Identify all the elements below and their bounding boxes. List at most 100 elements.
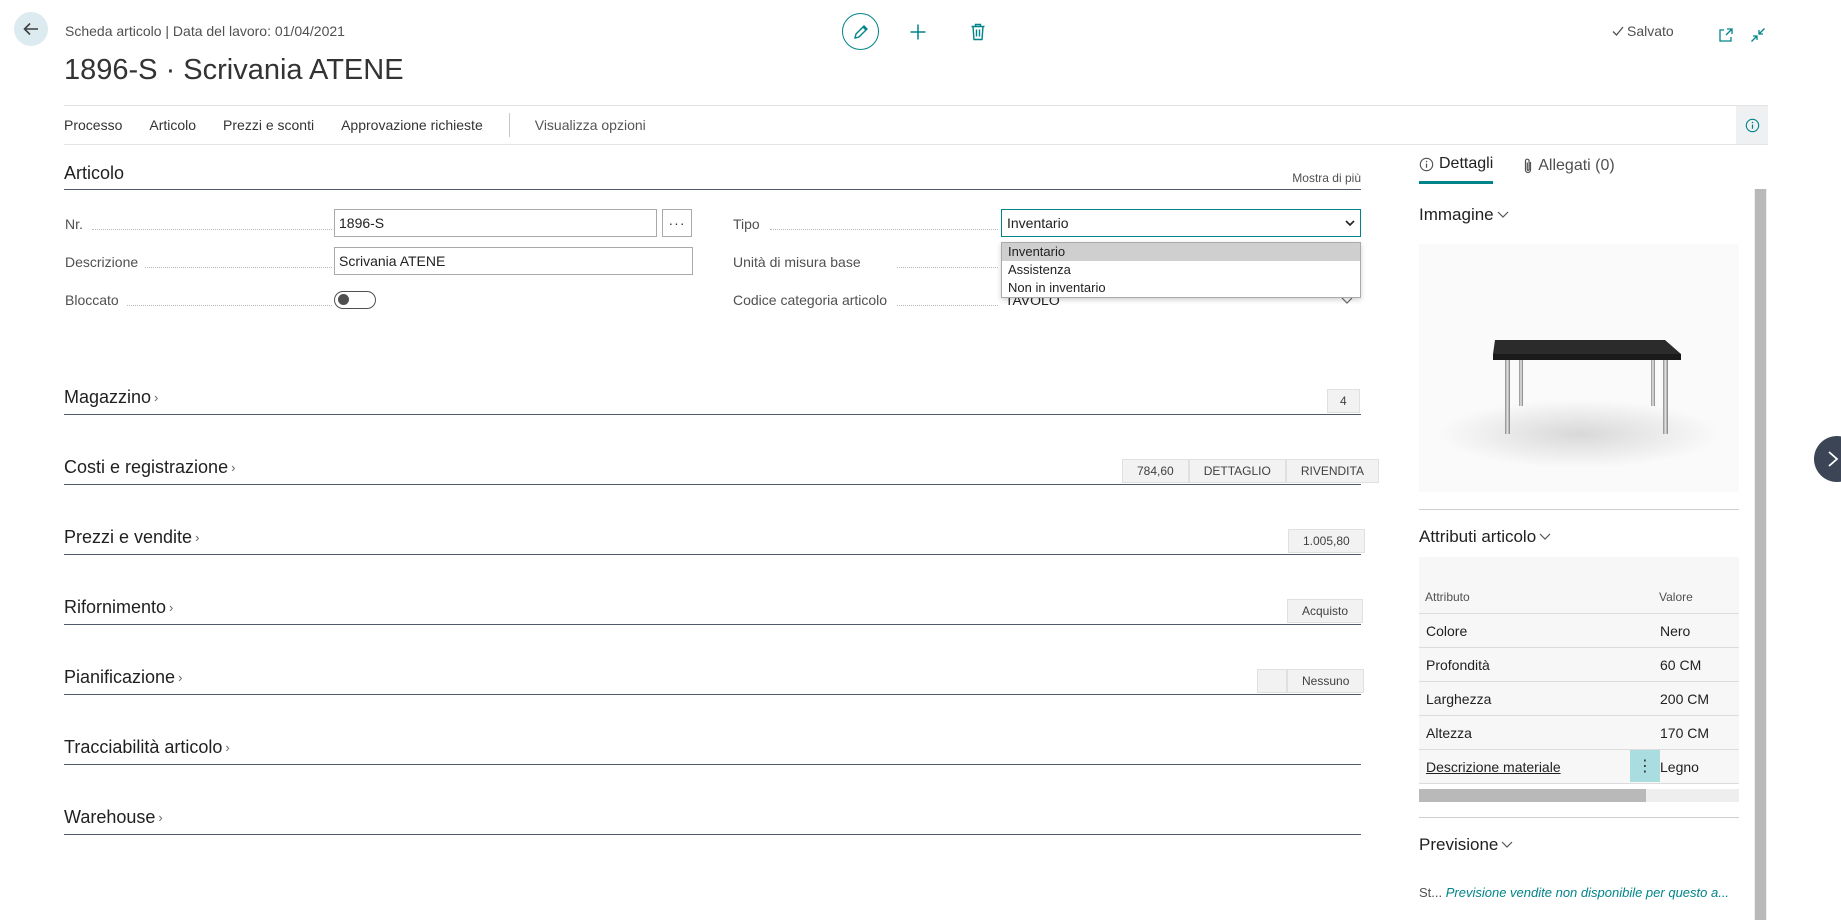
previsione-title: Previsione — [1419, 835, 1499, 854]
chevron-down-icon — [1345, 219, 1355, 226]
attr-header-value[interactable]: Valore — [1659, 590, 1693, 604]
view-options[interactable]: Visualizza opzioni — [535, 117, 646, 133]
tipo-option-non-inventario[interactable]: Non in inventario — [1002, 279, 1360, 297]
collapse-button[interactable] — [1743, 20, 1773, 50]
attr-name: Larghezza — [1426, 690, 1492, 707]
table-row[interactable]: Profondità 60 CM — [1419, 648, 1739, 682]
forecast-link[interactable]: Previsione vendite non disponibile per q… — [1446, 885, 1729, 900]
action-processo[interactable]: Processo — [64, 117, 122, 133]
section-tracciabilita[interactable]: Tracciabilità articolo › — [64, 737, 1361, 765]
unita-label: Unità di misura base — [733, 254, 861, 270]
saved-status: Salvato — [1612, 23, 1674, 39]
attributes-table-header: Attributo Valore — [1419, 557, 1739, 614]
categoria-label: Codice categoria articolo — [733, 292, 888, 308]
immagine-title: Immagine — [1419, 205, 1494, 224]
section-prezzi-title[interactable]: Prezzi e vendite › — [64, 527, 199, 548]
section-pianificazione-title[interactable]: Pianificazione › — [64, 667, 182, 688]
forecast-message: St... Previsione vendite non disponibile… — [1419, 885, 1729, 900]
section-costi-title[interactable]: Costi e registrazione › — [64, 457, 235, 478]
attributes-table: Attributo Valore Colore Nero Profondità … — [1419, 557, 1739, 784]
section-magazzino[interactable]: Magazzino › — [64, 387, 1361, 415]
factbox-toggle-button[interactable] — [1736, 106, 1768, 144]
magazzino-badge-qty: 4 — [1327, 389, 1360, 413]
attributi-header[interactable]: Attributi articolo — [1419, 527, 1551, 547]
tab-allegati-label: Allegati (0) — [1538, 156, 1615, 174]
bloccato-toggle[interactable] — [334, 291, 376, 309]
costi-badge-cost: 784,60 — [1122, 459, 1189, 483]
next-record-button[interactable] — [1814, 436, 1841, 482]
immagine-header[interactable]: Immagine — [1419, 205, 1509, 225]
tab-dettagli[interactable]: Dettagli — [1419, 155, 1494, 184]
section-rifornimento-title[interactable]: Rifornimento › — [64, 597, 173, 618]
open-new-window-button[interactable] — [1711, 20, 1741, 50]
tipo-option-inventario[interactable]: Inventario — [1002, 243, 1360, 261]
section-articolo-title: Articolo — [64, 163, 125, 183]
section-rifornimento[interactable]: Rifornimento › — [64, 597, 1361, 625]
edit-button[interactable] — [842, 13, 879, 50]
chevron-down-icon — [1501, 841, 1513, 848]
attr-name: Colore — [1426, 622, 1468, 639]
chevron-right-icon: › — [231, 460, 236, 475]
section-magazzino-title[interactable]: Magazzino › — [64, 387, 158, 408]
pianificazione-badges: Nessuno — [1257, 669, 1365, 693]
bloccato-dots — [127, 305, 332, 306]
factbox-divider — [1419, 817, 1739, 818]
attributi-title: Attributi articolo — [1419, 527, 1537, 546]
categoria-chevron-icon — [1341, 297, 1353, 304]
section-prezzi[interactable]: Prezzi e vendite › — [64, 527, 1361, 555]
chevron-right-icon: › — [158, 810, 163, 825]
table-row[interactable]: Colore Nero — [1419, 614, 1739, 648]
section-magazzino-label: Magazzino — [64, 387, 152, 407]
attr-name: Altezza — [1426, 724, 1472, 741]
rifornimento-badge: Acquisto — [1287, 599, 1364, 623]
table-row[interactable]: Descrizione materiale ⋮ Legno — [1419, 750, 1739, 784]
factbox-tabs: Dettagli Allegati (0) — [1419, 155, 1645, 184]
table-row[interactable]: Larghezza 200 CM — [1419, 682, 1739, 716]
popout-icon — [1719, 28, 1733, 42]
nr-field[interactable]: 1896-S — [334, 209, 657, 237]
factbox-scrollbar-thumb[interactable] — [1755, 189, 1766, 920]
previsione-header[interactable]: Previsione — [1419, 835, 1513, 855]
attributes-scroll-thumb[interactable] — [1419, 789, 1646, 802]
tab-allegati[interactable]: Allegati (0) — [1523, 156, 1615, 183]
saved-label: Salvato — [1627, 23, 1674, 39]
action-approvazione[interactable]: Approvazione richieste — [341, 117, 483, 133]
tipo-dropdown-list: Inventario Assistenza Non in inventario — [1001, 242, 1361, 298]
section-warehouse-title[interactable]: Warehouse › — [64, 807, 163, 828]
new-button[interactable] — [903, 17, 933, 47]
descrizione-field[interactable]: Scrivania ATENE — [334, 247, 693, 275]
attr-name-link[interactable]: Descrizione materiale — [1419, 759, 1659, 775]
costi-badge-resale: RIVENDITA — [1285, 459, 1379, 483]
magazzino-badges: 4 — [1327, 389, 1360, 413]
action-prezzi-sconti[interactable]: Prezzi e sconti — [223, 117, 314, 133]
item-picture[interactable] — [1419, 244, 1739, 492]
collapse-arrows-icon — [1751, 28, 1765, 42]
nr-assist-button[interactable]: ··· — [662, 209, 692, 237]
attributes-horizontal-scrollbar[interactable] — [1419, 789, 1739, 802]
pianificazione-badge-empty — [1257, 669, 1287, 693]
check-icon — [1612, 26, 1624, 36]
arrow-left-icon — [23, 22, 38, 36]
section-tracciabilita-title[interactable]: Tracciabilità articolo › — [64, 737, 230, 758]
tipo-option-assistenza[interactable]: Assistenza — [1002, 261, 1360, 279]
attr-name: Profondità — [1426, 656, 1490, 673]
attr-value: 60 CM — [1660, 656, 1702, 673]
table-row[interactable]: Altezza 170 CM — [1419, 716, 1739, 750]
section-pianificazione[interactable]: Pianificazione › — [64, 667, 1361, 695]
paperclip-icon — [1525, 158, 1532, 173]
section-warehouse[interactable]: Warehouse › — [64, 807, 1361, 835]
descrizione-dots — [145, 267, 332, 268]
attr-value: 200 CM — [1660, 690, 1710, 707]
action-articolo[interactable]: Articolo — [149, 117, 196, 133]
plus-icon — [910, 24, 926, 39]
delete-button[interactable] — [963, 17, 993, 47]
row-actions-menu-icon[interactable]: ⋮ — [1630, 750, 1660, 782]
section-costi-label: Costi e registrazione — [64, 457, 229, 477]
section-rifornimento-label: Rifornimento — [64, 597, 167, 617]
back-button[interactable] — [14, 12, 48, 46]
pencil-icon — [853, 24, 868, 39]
attr-header-name[interactable]: Attributo — [1419, 590, 1659, 604]
tipo-select[interactable]: Inventario — [1001, 209, 1361, 237]
show-more-link[interactable]: Mostra di più — [1292, 171, 1361, 185]
tipo-label: Tipo — [733, 216, 760, 232]
